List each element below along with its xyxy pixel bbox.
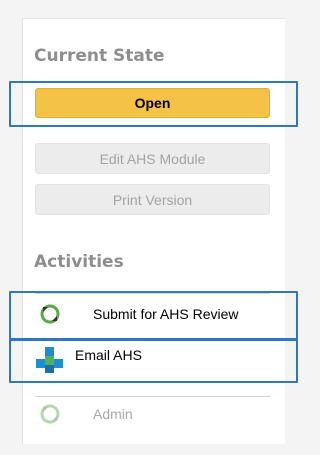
refresh-arrow-icon bbox=[35, 399, 65, 429]
edit-ahs-module-button[interactable]: Edit AHS Module bbox=[35, 143, 270, 174]
puzzle-blocks-icon bbox=[35, 345, 65, 375]
activity-submit-for-ahs-review[interactable]: Submit for AHS Review bbox=[35, 297, 270, 331]
refresh-arrow-icon bbox=[35, 299, 65, 329]
open-button[interactable]: Open bbox=[35, 88, 270, 118]
activity-label: Admin bbox=[93, 406, 133, 422]
current-state-heading: Current State bbox=[34, 46, 165, 66]
activity-email-ahs[interactable]: Email AHS bbox=[35, 343, 270, 377]
activity-admin[interactable]: Admin bbox=[35, 397, 270, 431]
activities-heading: Activities bbox=[34, 252, 124, 272]
activity-label: Email AHS bbox=[75, 347, 142, 363]
print-version-button[interactable]: Print Version bbox=[35, 184, 270, 215]
activity-label: Submit for AHS Review bbox=[93, 306, 239, 322]
